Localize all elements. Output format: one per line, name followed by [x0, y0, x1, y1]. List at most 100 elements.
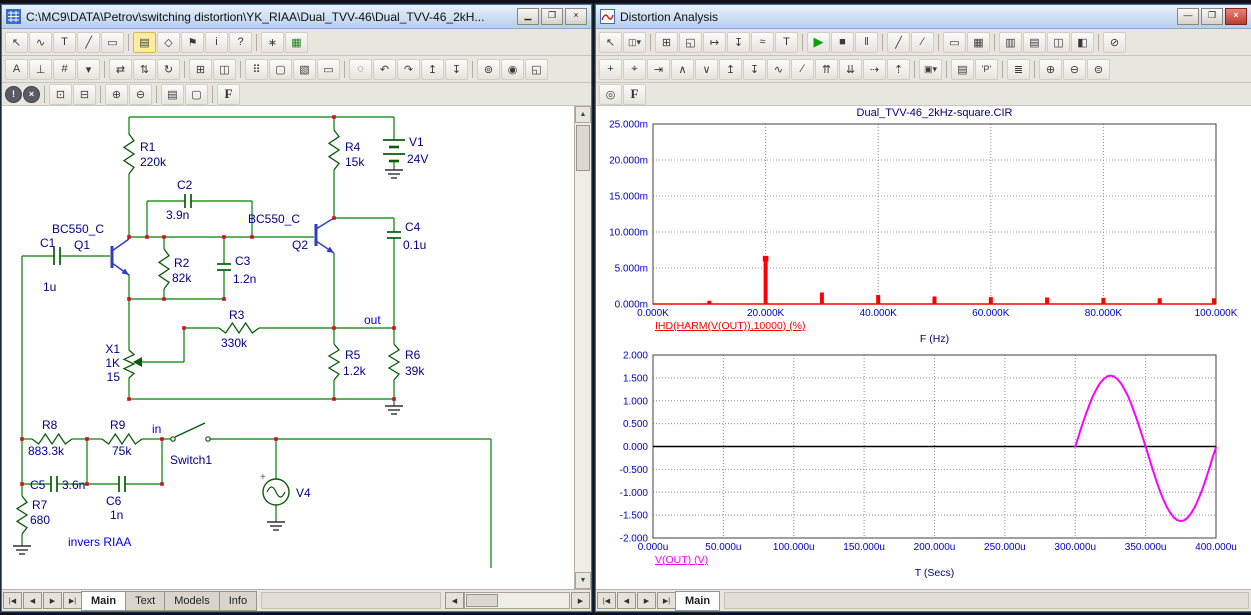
component-label[interactable]: 15 — [107, 370, 121, 384]
grid-dropdown-icon[interactable]: ▾ — [77, 59, 100, 80]
stop-icon[interactable]: ■ — [831, 32, 854, 53]
font-icon[interactable]: F — [217, 84, 240, 105]
pause-icon[interactable]: ‖ — [855, 32, 878, 53]
run-icon[interactable]: ▶ — [807, 32, 830, 53]
component-label[interactable]: 75k — [112, 444, 132, 458]
panel-icon[interactable]: ▤ — [161, 84, 184, 105]
minimize-button[interactable]: ▁ — [517, 8, 539, 25]
text-tool-icon[interactable]: T — [775, 32, 798, 53]
component-label[interactable]: 3.9n — [166, 208, 189, 222]
one-graph-icon[interactable]: ▭ — [943, 32, 966, 53]
tab-info[interactable]: Info — [219, 591, 257, 611]
component-label[interactable]: R5 — [345, 348, 361, 362]
component-label[interactable]: C5 — [30, 478, 46, 492]
minimize-button[interactable]: — — [1177, 8, 1199, 25]
flag-icon[interactable]: ⚑ — [181, 32, 204, 53]
next-tab-button[interactable]: ▶ — [43, 592, 62, 609]
component-label[interactable]: 82k — [172, 271, 192, 285]
next-tab-button[interactable]: ▶ — [637, 592, 656, 609]
waveform-dropdown-icon[interactable]: ▣▾ — [919, 59, 942, 80]
component-label[interactable]: 1n — [110, 508, 123, 522]
tab-main[interactable]: Main — [675, 591, 720, 611]
scroll-left-icon[interactable]: ◀ — [445, 592, 464, 609]
restore-button[interactable]: ❐ — [541, 8, 563, 25]
global-low-icon[interactable]: ⇊ — [839, 59, 862, 80]
component-label[interactable]: R7 — [32, 498, 48, 512]
component-label[interactable]: 330k — [221, 336, 248, 350]
text-tool-icon[interactable]: T — [53, 32, 76, 53]
first-tab-button[interactable]: |◀ — [3, 592, 22, 609]
border-icon[interactable]: ▢ — [269, 59, 292, 80]
redo-icon[interactable]: ↷ — [397, 59, 420, 80]
valley-icon[interactable]: ∨ — [695, 59, 718, 80]
horizontal-tag-icon[interactable]: ↦ — [703, 32, 726, 53]
prev-tab-button[interactable]: ◀ — [23, 592, 42, 609]
component-label[interactable]: C3 — [235, 254, 251, 268]
component-label[interactable]: 0.1u — [403, 238, 426, 252]
cut-icon[interactable]: ⊘ — [1103, 32, 1126, 53]
normalize-icon[interactable]: ≣ — [1007, 59, 1030, 80]
numeric-output-icon[interactable]: ▤ — [951, 59, 974, 80]
zoom-out-icon[interactable]: ⊖ — [129, 84, 152, 105]
watch-icon[interactable]: ◎ — [599, 84, 622, 105]
component-label[interactable]: BC550_C — [248, 212, 300, 226]
component-label[interactable]: 15k — [345, 155, 365, 169]
next-point-icon[interactable]: ⇥ — [647, 59, 670, 80]
info-circle-icon[interactable]: ! — [5, 86, 22, 103]
panel-mixed-icon[interactable]: ◧ — [1071, 32, 1094, 53]
scroll-down-icon[interactable]: ▼ — [575, 572, 591, 589]
step-box-icon[interactable]: ⊞ — [189, 59, 212, 80]
query-icon[interactable]: ◱ — [525, 59, 548, 80]
horizontal-scrollbar[interactable]: ◀ ▶ — [444, 590, 590, 611]
component-label[interactable]: 1K — [105, 356, 120, 370]
panel-rows-icon[interactable]: ▤ — [1023, 32, 1046, 53]
component-label[interactable]: R8 — [42, 418, 58, 432]
go-to-x-icon[interactable]: ⇢ — [863, 59, 886, 80]
limits-icon[interactable]: ⊞ — [655, 32, 678, 53]
vertical-scroll-track[interactable] — [575, 123, 591, 572]
plot-area[interactable]: 0.000m5.000m10.000m15.000m20.000m25.000m… — [596, 106, 1251, 589]
tab-main[interactable]: Main — [81, 591, 126, 611]
horizontal-scroll-track[interactable] — [464, 592, 570, 609]
tab-models[interactable]: Models — [164, 591, 219, 611]
performance-icon[interactable]: ≈ — [751, 32, 774, 53]
tracker-icon[interactable]: ⌖ — [623, 59, 646, 80]
component-label[interactable]: 3.6n — [62, 478, 85, 492]
component-label[interactable]: Switch1 — [170, 453, 212, 467]
zoom-in-icon[interactable]: ⊕ — [1039, 59, 1062, 80]
peak-icon[interactable]: ∧ — [671, 59, 694, 80]
vertical-scrollbar[interactable]: ▲ ▼ — [574, 106, 591, 589]
component-label[interactable]: R3 — [229, 308, 245, 322]
info-icon[interactable]: i — [205, 32, 228, 53]
component-label[interactable]: X1 — [105, 342, 120, 356]
close-circle-icon[interactable]: × — [23, 86, 40, 103]
close-button[interactable]: × — [565, 8, 587, 25]
undo-icon[interactable]: ↶ — [373, 59, 396, 80]
component-label[interactable]: R1 — [140, 140, 156, 154]
region-select-icon[interactable]: ◌ — [349, 59, 372, 80]
p-key-icon[interactable]: 'P' — [975, 59, 998, 80]
panel-left-icon[interactable]: ▥ — [999, 32, 1022, 53]
tab-text[interactable]: Text — [125, 591, 165, 611]
waveform-legend[interactable]: V(OUT) (V) — [655, 554, 708, 566]
component-label[interactable]: R4 — [345, 140, 361, 154]
scroll-up-icon[interactable]: ▲ — [575, 106, 591, 123]
horizontal-scroll-thumb[interactable] — [466, 594, 498, 607]
title-block-icon[interactable]: ▧ — [293, 59, 316, 80]
polyline-tool-icon[interactable]: ∕ — [911, 32, 934, 53]
font-icon[interactable]: F — [623, 84, 646, 105]
component-label[interactable]: C1 — [40, 236, 56, 250]
schematic-canvas[interactable]: +R1220kR415kV124VC23.9nBC550_CQ1BC550_CQ… — [2, 106, 574, 589]
node-number-icon[interactable]: # — [53, 59, 76, 80]
paste-icon[interactable]: ⊟ — [73, 84, 96, 105]
note-icon[interactable]: ▤ — [133, 32, 156, 53]
component-label[interactable]: 24V — [407, 152, 428, 166]
component-label[interactable]: 1u — [43, 280, 56, 294]
last-tab-button[interactable]: ▶| — [657, 592, 676, 609]
component-label[interactable]: Q2 — [292, 238, 308, 252]
select-tool-icon[interactable]: ↖ — [599, 32, 622, 53]
component-label[interactable]: 680 — [30, 513, 50, 527]
component-label[interactable]: BC550_C — [52, 222, 104, 236]
component-label[interactable]: Q1 — [74, 238, 90, 252]
component-label[interactable]: V1 — [409, 135, 424, 149]
